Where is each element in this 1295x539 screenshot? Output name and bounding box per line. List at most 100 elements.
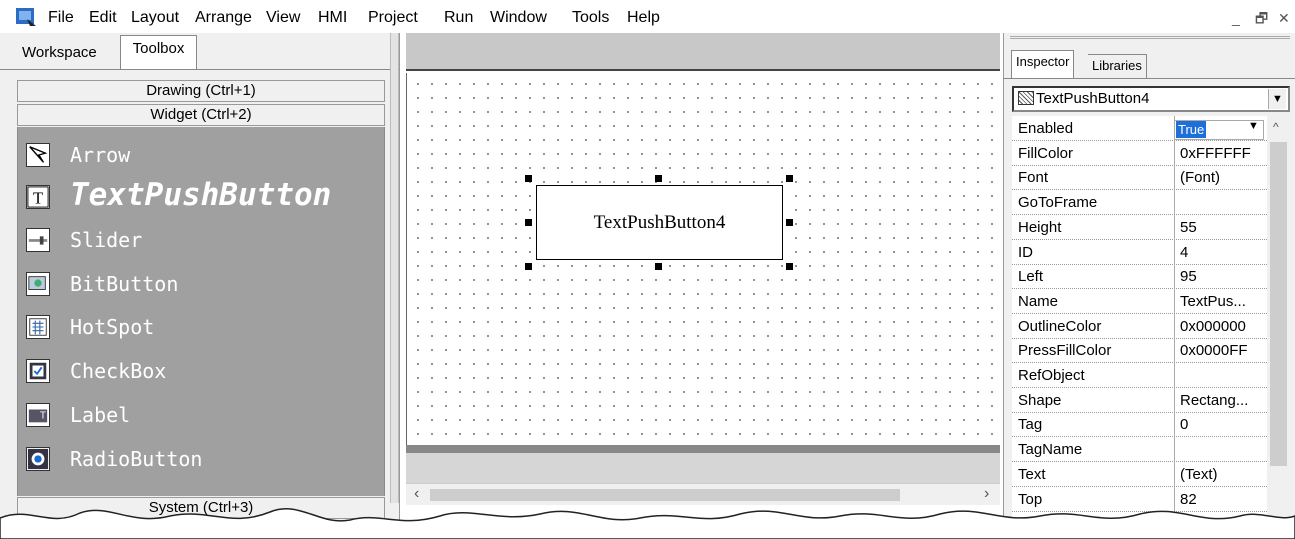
property-separator — [1174, 363, 1175, 388]
property-row-gotoframe[interactable]: GoToFrame — [1012, 190, 1267, 216]
tab-workspace[interactable]: Workspace — [18, 39, 101, 69]
property-value[interactable]: 95 — [1180, 268, 1266, 285]
object-selector[interactable]: TextPushButton4 — [1012, 86, 1290, 112]
property-name: PressFillColor — [1018, 342, 1112, 360]
tab-libraries[interactable]: Libraries — [1088, 54, 1147, 78]
tool-label: HotSpot — [70, 315, 155, 339]
menu-window[interactable]: Window — [490, 8, 547, 28]
property-row-left[interactable]: Left 95 — [1012, 264, 1267, 290]
left-panel-scrollbar[interactable] — [390, 33, 399, 503]
scrollbar-thumb[interactable] — [1270, 142, 1287, 466]
group-drawing[interactable]: Drawing (Ctrl+1) — [17, 80, 385, 102]
menu-edit[interactable]: Edit — [89, 8, 117, 28]
tool-radiobutton[interactable]: RadioButton — [18, 441, 386, 481]
tool-label: CheckBox — [70, 359, 167, 383]
chevron-down-icon[interactable]: ▼ — [1248, 120, 1259, 132]
property-grid: Enabled FillColor 0xFFFFFF Font (Font) GoToFr… — [1012, 116, 1267, 537]
restore-icon[interactable]: 🗗 — [1255, 10, 1268, 26]
close-icon[interactable]: ✕ — [1278, 10, 1290, 26]
canvas-textpushbutton[interactable]: TextPushButton4 — [536, 185, 783, 260]
tool-textpushbutton[interactable]: T TextPushButton — [18, 177, 386, 219]
resize-handle-e[interactable] — [786, 219, 793, 226]
property-row-font[interactable]: Font (Font) — [1012, 165, 1267, 191]
property-separator — [1174, 288, 1175, 314]
property-value[interactable]: (Font) — [1180, 169, 1266, 186]
property-row-name[interactable]: Name TextPus... — [1012, 288, 1267, 314]
property-value[interactable]: 0x0000FF — [1180, 342, 1266, 359]
property-row-tag[interactable]: Tag 0 — [1012, 412, 1267, 438]
property-value[interactable]: TextPus... — [1180, 293, 1266, 310]
menu-help[interactable]: Help — [627, 8, 660, 28]
tool-bitbutton[interactable]: BitButton — [18, 266, 386, 306]
property-row-refobject[interactable]: RefObject — [1012, 363, 1267, 388]
property-name: Font — [1018, 169, 1049, 187]
property-value[interactable]: Rectang... — [1180, 392, 1266, 409]
resize-handle-s[interactable] — [655, 263, 662, 270]
tab-inspector[interactable]: Inspector — [1011, 50, 1075, 78]
property-value[interactable]: 0 — [1180, 416, 1266, 433]
menu-arrange[interactable]: Arrange — [195, 8, 252, 28]
property-separator — [1174, 165, 1175, 191]
tool-checkbox[interactable]: CheckBox — [18, 353, 386, 393]
resize-handle-sw[interactable] — [525, 263, 532, 270]
property-name: Height — [1018, 218, 1062, 236]
enabled-value[interactable]: True — [1176, 121, 1207, 138]
property-value[interactable]: 0x000000 — [1180, 318, 1266, 335]
menu-hmi[interactable]: HMI — [318, 8, 347, 28]
tool-label-widget[interactable]: T Label — [18, 397, 386, 437]
property-row-height[interactable]: Height 55 — [1012, 214, 1267, 240]
tool-arrow[interactable]: Arrow — [18, 137, 386, 177]
menu-tools[interactable]: Tools — [572, 8, 609, 28]
property-row-fillcolor[interactable]: FillColor 0xFFFFFF — [1012, 140, 1267, 166]
resize-handle-w[interactable] — [525, 219, 532, 226]
property-row-id[interactable]: ID 4 — [1012, 239, 1267, 265]
bitbutton-icon — [26, 272, 50, 296]
canvas-bottom-margin — [406, 453, 1000, 483]
property-name: OutlineColor — [1018, 317, 1102, 335]
property-separator — [1174, 313, 1175, 339]
property-value[interactable]: 55 — [1180, 219, 1266, 236]
canvas-bottom-edge — [406, 445, 1000, 453]
property-name: GoToFrame — [1018, 194, 1098, 212]
menu-bar: File Edit Layout Arrange View HMI Projec… — [0, 0, 1295, 33]
property-name: TagName — [1018, 441, 1083, 459]
resize-handle-nw[interactable] — [525, 175, 532, 182]
resize-handle-n[interactable] — [655, 175, 662, 182]
radiobutton-icon — [26, 447, 50, 471]
menu-view[interactable]: View — [266, 8, 300, 28]
resize-handle-se[interactable] — [786, 263, 793, 270]
property-value[interactable]: 4 — [1180, 244, 1266, 261]
group-widget[interactable]: Widget (Ctrl+2) — [17, 104, 385, 126]
property-name: ID — [1018, 243, 1033, 261]
property-name: RefObject — [1018, 367, 1085, 384]
svg-text:T: T — [33, 188, 43, 207]
property-row-shape[interactable]: Shape Rectang... — [1012, 387, 1267, 413]
property-row-tagname[interactable]: TagName — [1012, 437, 1267, 463]
tool-slider[interactable]: Slider — [18, 222, 386, 262]
resize-handle-ne[interactable] — [786, 175, 793, 182]
property-separator — [1174, 239, 1175, 265]
property-separator — [1174, 190, 1175, 216]
menu-file[interactable]: File — [48, 8, 74, 28]
minimize-icon[interactable]: _ — [1232, 10, 1240, 26]
tab-toolbox[interactable]: Toolbox — [120, 35, 197, 69]
property-value[interactable]: 0xFFFFFF — [1180, 145, 1266, 162]
tool-hotspot[interactable]: HotSpot — [18, 309, 386, 349]
property-separator — [1174, 412, 1175, 438]
label-icon: T — [26, 403, 50, 427]
chevron-down-icon[interactable]: ▼ — [1268, 89, 1286, 109]
tool-label: Slider — [70, 228, 143, 252]
menu-layout[interactable]: Layout — [131, 8, 179, 28]
property-separator — [1174, 214, 1175, 240]
tool-label: Arrow — [70, 143, 131, 167]
menu-run[interactable]: Run — [444, 8, 473, 28]
property-row-text[interactable]: Text (Text) — [1012, 461, 1267, 487]
property-row-pressfillcolor[interactable]: PressFillColor 0x0000FF — [1012, 338, 1267, 364]
menu-project[interactable]: Project — [368, 8, 418, 28]
property-name: Enabled — [1018, 120, 1074, 137]
panel-grip[interactable] — [1010, 36, 1290, 39]
property-row-outlinecolor[interactable]: OutlineColor 0x000000 — [1012, 313, 1267, 339]
property-name: Left — [1018, 268, 1044, 286]
scroll-up-icon[interactable]: ^ — [1273, 120, 1279, 134]
property-value[interactable]: (Text) — [1180, 466, 1266, 483]
